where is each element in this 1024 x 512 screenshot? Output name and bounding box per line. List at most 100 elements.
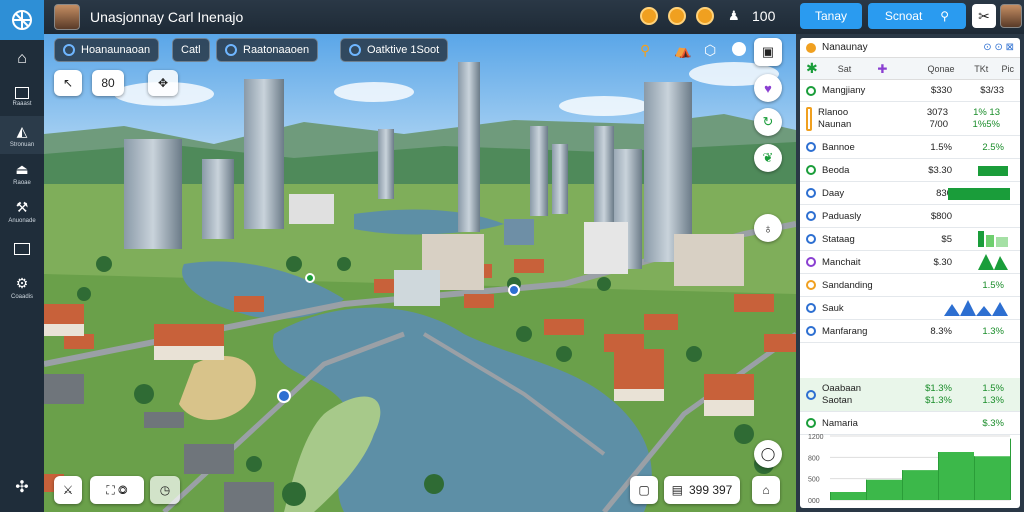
map-filter-pill[interactable]: Oatktive 1Soot <box>340 38 449 62</box>
row-value: $.3% <box>982 417 1004 429</box>
circle-icon <box>349 44 361 56</box>
row-name: Oaabaan <box>822 382 862 394</box>
eco-button[interactable]: ❦ <box>754 144 782 172</box>
cursor-tool-button[interactable]: ↖ <box>54 70 82 96</box>
circle-icon <box>63 44 75 56</box>
camera-mode-icon: ⛶ ◎ <box>106 482 128 497</box>
table-row[interactable]: Stataag $5 <box>800 228 1020 251</box>
camera-mode-button[interactable]: ⛶ ◎ <box>90 476 144 504</box>
chat-button[interactable]: ◯ <box>754 440 782 468</box>
summary-row[interactable]: Mangjiany $330 $3/33 <box>800 80 1020 102</box>
sidebar-item-compass[interactable]: ✣ <box>0 468 44 506</box>
sparkline-waves <box>944 300 1008 316</box>
circle-icon[interactable] <box>732 42 746 56</box>
circle-icon <box>806 303 816 313</box>
table-row[interactable]: Rlanoo Naunan 3073 7/00 1% 13 1%5% <box>800 102 1020 136</box>
sidebar-item-zones[interactable]: ⏏ Raoae <box>0 154 44 192</box>
area-step <box>938 452 939 500</box>
circle-icon <box>225 44 237 56</box>
refresh-button[interactable]: ↻ <box>754 108 782 136</box>
home-button[interactable]: ⌂ <box>752 476 780 504</box>
home-icon: ⌂ <box>17 50 27 67</box>
sidebar-item-tools[interactable]: ⚒ Anuonade <box>0 192 44 230</box>
row-value: 1.5% <box>982 382 1004 394</box>
row-sub: Saotan <box>822 394 853 406</box>
area-step <box>902 470 903 500</box>
row-value: 2.5% <box>982 141 1004 153</box>
row-value: 7/00 <box>929 118 949 130</box>
bulldoze-icon: ♁ <box>763 220 773 236</box>
sidebar-item-home[interactable]: ⌂ <box>0 40 44 78</box>
sparkline-bar1 <box>978 166 1008 176</box>
favorite-button[interactable]: ♥ <box>754 74 782 102</box>
table-row[interactable]: Bannoe 1.5% 2.5% <box>800 136 1020 159</box>
move-tool-button[interactable]: ✥ <box>148 70 178 96</box>
search-button[interactable]: Scnoat ⚲ <box>868 3 966 29</box>
clock-icon: ◷ <box>159 483 171 497</box>
hexagon-icon[interactable]: ⬡ <box>704 42 716 59</box>
circle-icon <box>806 389 816 400</box>
circle-icon <box>806 85 816 96</box>
pin-icon[interactable]: ⚲ <box>640 42 650 59</box>
area-step <box>866 479 867 500</box>
table-row[interactable]: Paduasly $800 <box>800 205 1020 228</box>
table-row[interactable]: Sandanding 1.5% <box>800 274 1020 297</box>
sort-icons[interactable]: ⊙ ⊙ ⊠ <box>983 42 1014 53</box>
bulldoze-button[interactable]: ♁ <box>754 214 782 242</box>
pill-label: Raatonaaoen <box>243 44 310 56</box>
house-icon: ⌂ <box>762 483 770 497</box>
row-name: Daay <box>822 187 845 199</box>
refresh-icon: ↻ <box>762 114 774 129</box>
table-row[interactable]: Sauk <box>800 297 1020 320</box>
chat-icon: ◯ <box>760 446 776 461</box>
sparkline-peaks <box>978 254 1008 270</box>
row-value: $800 <box>930 210 952 222</box>
y-tick-label: 000 <box>808 498 820 504</box>
speed-indicator[interactable]: 80 <box>92 70 124 96</box>
sidebar-item-settings[interactable]: ⚙ Coaadis <box>0 268 44 306</box>
table-row[interactable]: Manchait $.30 <box>800 251 1020 274</box>
coin-icon <box>696 7 714 25</box>
history-button[interactable]: ◷ <box>150 476 180 504</box>
row-name: Beoda <box>822 164 850 176</box>
row-name: Bannoe <box>822 141 855 153</box>
rotate-button[interactable]: ⚔ <box>54 476 82 504</box>
column-header: Pic <box>1001 63 1014 74</box>
camera-button[interactable]: ▣ <box>754 38 782 66</box>
table-row[interactable]: Beoda$3.305.3% <box>800 159 1020 182</box>
table-row[interactable]: Daay8303.3% <box>800 182 1020 205</box>
zone-icon: ⏏ <box>15 160 29 177</box>
row-name: Rlanoo <box>818 106 849 118</box>
bar-icon <box>806 106 812 131</box>
sidebar-item-build[interactable]: Raaast <box>0 78 44 116</box>
today-button[interactable]: Tanay <box>800 3 862 29</box>
row-name: Manfarang <box>822 325 868 337</box>
column-header: TKt <box>974 63 989 74</box>
coin-icon <box>668 7 686 25</box>
sidebar-item-label: Raoae <box>13 179 31 186</box>
circle-icon <box>806 165 816 175</box>
sidebar-item-roads[interactable]: ◭ Stronuan <box>0 116 44 154</box>
tent-icon[interactable]: ⛺ <box>674 42 691 59</box>
game-logo-icon[interactable] <box>0 0 44 40</box>
sidebar-item-terminal[interactable] <box>0 230 44 268</box>
circle-icon <box>806 418 816 428</box>
city-map-viewport[interactable]: Hoanaunaoan Catl Raatonaaoen Oatktive 1S… <box>44 34 796 512</box>
table-row[interactable]: Manfarang 8.3% 1.3% <box>800 320 1020 343</box>
city-scene <box>44 34 796 512</box>
map-filter-pill[interactable]: Catl <box>172 38 210 62</box>
player-avatar[interactable] <box>54 4 80 30</box>
sidebar-item-label: Raaast <box>12 101 32 107</box>
tools-icon[interactable]: ✂ <box>972 4 996 28</box>
row-value: $1.3% <box>925 382 952 394</box>
map-filter-pill[interactable]: Raatonaaoen <box>216 38 319 62</box>
compass-icon: ✣ <box>15 479 29 496</box>
profile-avatar[interactable] <box>1000 4 1022 28</box>
frame-button[interactable]: ▢ <box>630 476 658 504</box>
map-filter-pill[interactable]: Hoanaunaoan <box>54 38 160 62</box>
rotate-icon: ⚔ <box>62 483 74 497</box>
cursor-icon: ↖ <box>62 76 74 90</box>
population-counter[interactable]: ▤ 399 397 <box>664 476 740 504</box>
table-row[interactable]: Oaabaan Saotan $1.3% $1.3% 1.5% 1.3% <box>800 378 1020 412</box>
row-value: 1.5% <box>982 279 1004 291</box>
